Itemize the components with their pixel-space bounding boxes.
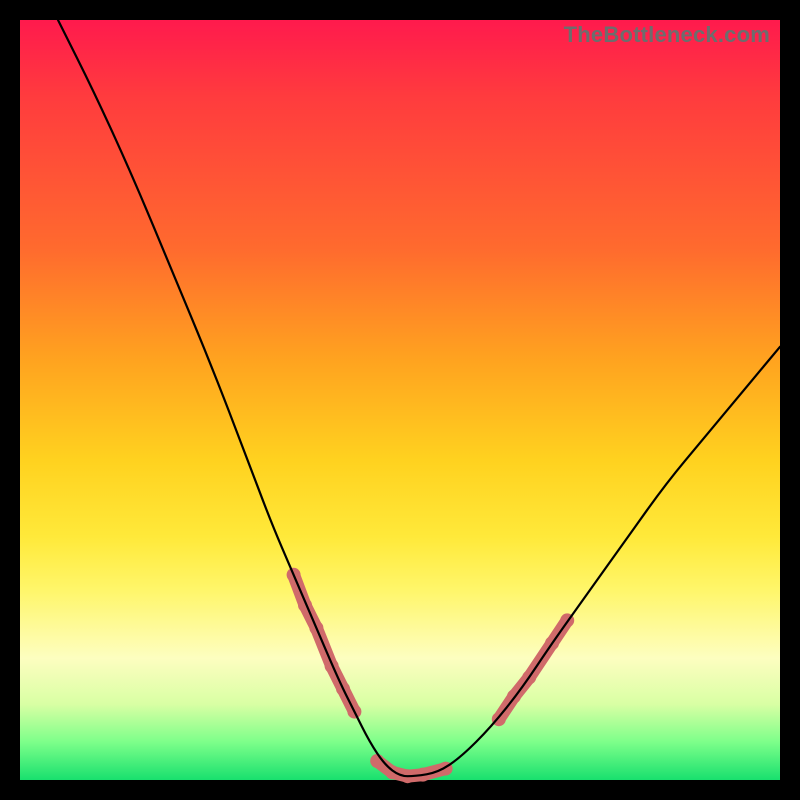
curve-svg [20, 20, 780, 780]
bottleneck-curve [58, 20, 780, 776]
chart-frame: TheBottleneck.com [0, 0, 800, 800]
plot-area: TheBottleneck.com [20, 20, 780, 780]
